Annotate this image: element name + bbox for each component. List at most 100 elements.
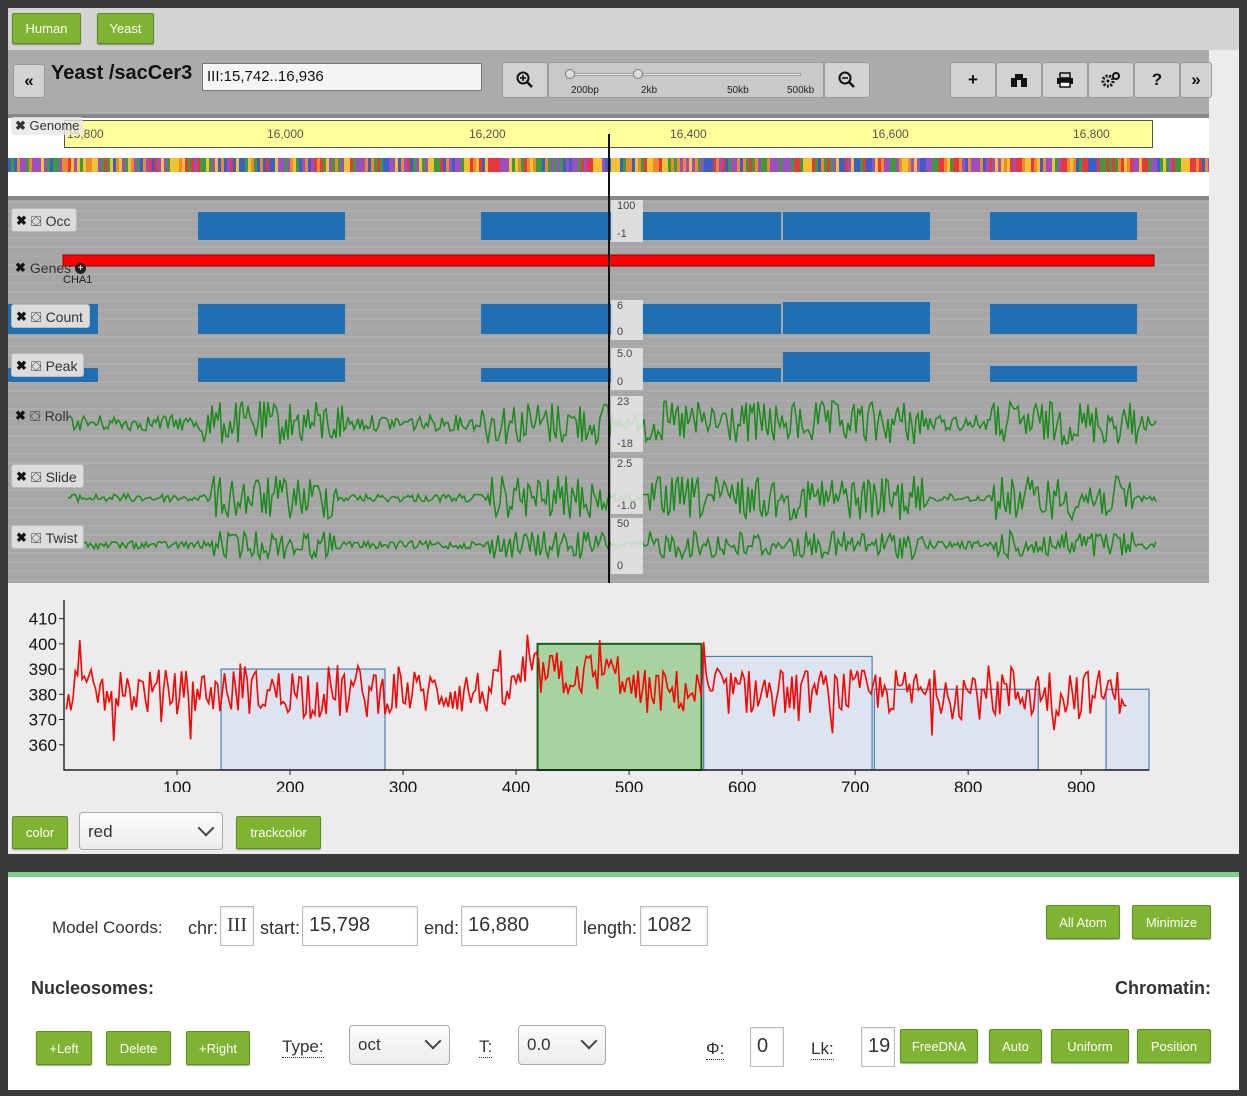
human-button[interactable]: Human [12,13,81,44]
sequence-base [434,158,437,172]
track-label-peak[interactable]: ✖ ⛋ Peak [11,353,85,377]
auto-button[interactable]: Auto [989,1029,1042,1063]
sequence-base [452,158,455,172]
sequence-base [725,158,728,172]
help-button[interactable]: ? [1134,62,1180,98]
type-select[interactable]: oct [349,1025,450,1065]
sequence-base [593,158,596,172]
sequence-base [926,158,929,172]
sequence-base [251,158,254,172]
phi-field[interactable]: 0 [750,1027,784,1067]
zoom-slider-handle[interactable] [633,69,643,79]
sequence-base [26,158,29,172]
sequence-base [1034,158,1037,172]
sequence-base [224,158,227,172]
close-icon[interactable]: ✖ [16,530,27,546]
close-icon[interactable]: ✖ [15,260,26,276]
sequence-base [596,158,599,172]
close-icon[interactable]: ✖ [15,408,26,424]
sequence-base [686,158,689,172]
end-label: end: [424,918,460,938]
track-label-slide[interactable]: ✖ ⛋ Slide [11,464,84,488]
sequence-base [599,158,602,172]
sequence-base [620,158,623,172]
sequence-base [272,158,275,172]
sequence-base [932,158,935,172]
sequence-base [548,158,551,172]
sequence-base [329,158,332,172]
color-button[interactable]: color [12,816,68,849]
zoom-in-button[interactable] [502,62,548,98]
sequence-base [1067,158,1070,172]
sequence-base [161,158,164,172]
sequence-base [257,158,260,172]
close-icon[interactable]: ✖ [16,213,27,229]
close-icon[interactable]: ✖ [16,358,27,374]
lk-field[interactable]: 19 [861,1027,895,1067]
sequence-base [1127,158,1130,172]
sequence-base [473,158,476,172]
close-icon[interactable]: ✖ [16,469,27,485]
uniform-button[interactable]: Uniform [1051,1029,1129,1063]
chr-field[interactable]: III [220,906,254,946]
position-button[interactable]: Position [1137,1029,1211,1063]
track-label-count[interactable]: ✖ ⛋ Count [11,304,90,328]
freedna-button[interactable]: FreeDNA [900,1029,978,1063]
scale-top: 5.0 [617,348,633,360]
add-left-button[interactable]: +Left [36,1031,92,1065]
drag-icon[interactable]: ⛋ [31,213,42,230]
drag-icon[interactable]: ⛋ [31,309,42,326]
close-icon[interactable]: ✖ [15,118,26,133]
add-track-button[interactable]: + [950,62,996,98]
sequence-base [128,158,131,172]
end-field[interactable]: 16,880 [461,906,577,946]
drag-icon[interactable]: ⛋ [31,469,42,486]
y-tick-label: 380 [29,685,57,704]
close-icon[interactable]: ✖ [16,309,27,325]
add-right-button[interactable]: +Right [186,1031,250,1065]
sequence-base [971,158,974,172]
start-field[interactable]: 15,798 [302,906,418,946]
scroll-back-button[interactable]: « [13,64,45,98]
track-label-twist[interactable]: ✖ ⛋ Twist [11,525,85,549]
zoom-slider[interactable]: 200bp 2kb 50kb 500kb [548,62,824,98]
sequence-base [1139,158,1142,172]
sequence-base [1160,158,1163,172]
zoom-out-button[interactable] [824,62,870,98]
drag-icon[interactable]: ⛋ [31,358,42,375]
sequence-base [707,158,710,172]
drag-icon[interactable]: ⛋ [31,530,42,547]
sequence-base [191,158,194,172]
yeast-button[interactable]: Yeast [97,13,154,44]
all-atom-button[interactable]: All Atom [1046,905,1120,939]
drag-icon[interactable]: ⛋ [30,408,41,425]
sequence-base [1082,158,1085,172]
sequence-base [428,158,431,172]
trackcolor-button[interactable]: trackcolor [236,816,321,849]
sequence-base [893,158,896,172]
add-circle-icon[interactable]: + [75,262,87,274]
delete-button[interactable]: Delete [106,1031,171,1065]
minimize-button[interactable]: Minimize [1132,905,1211,939]
t-select[interactable]: 0.0 [518,1025,606,1065]
sequence-base [806,158,809,172]
length-field[interactable]: 1082 [640,906,708,946]
sequence-base [953,158,956,172]
settings-button[interactable] [1088,62,1134,98]
sequence-base [536,158,539,172]
sequence-base [863,158,866,172]
sequence-base [521,158,524,172]
find-button[interactable] [996,62,1042,98]
sequence-base [692,158,695,172]
sequence-base [1181,158,1184,172]
sequence-base [713,158,716,172]
sequence-base [560,158,563,172]
print-button[interactable] [1042,62,1088,98]
location-input[interactable]: III:15,742..16,936 [202,63,482,91]
sequence-base [338,158,341,172]
track-label-occ[interactable]: ✖ ⛋ Occ [11,208,78,232]
genome-track-label[interactable]: ✖ Genome [11,117,84,135]
track-label-roll[interactable]: ✖ ⛋ Roll [11,403,75,427]
scroll-forward-button[interactable]: » [1180,62,1212,98]
color-select[interactable]: red [79,812,223,850]
